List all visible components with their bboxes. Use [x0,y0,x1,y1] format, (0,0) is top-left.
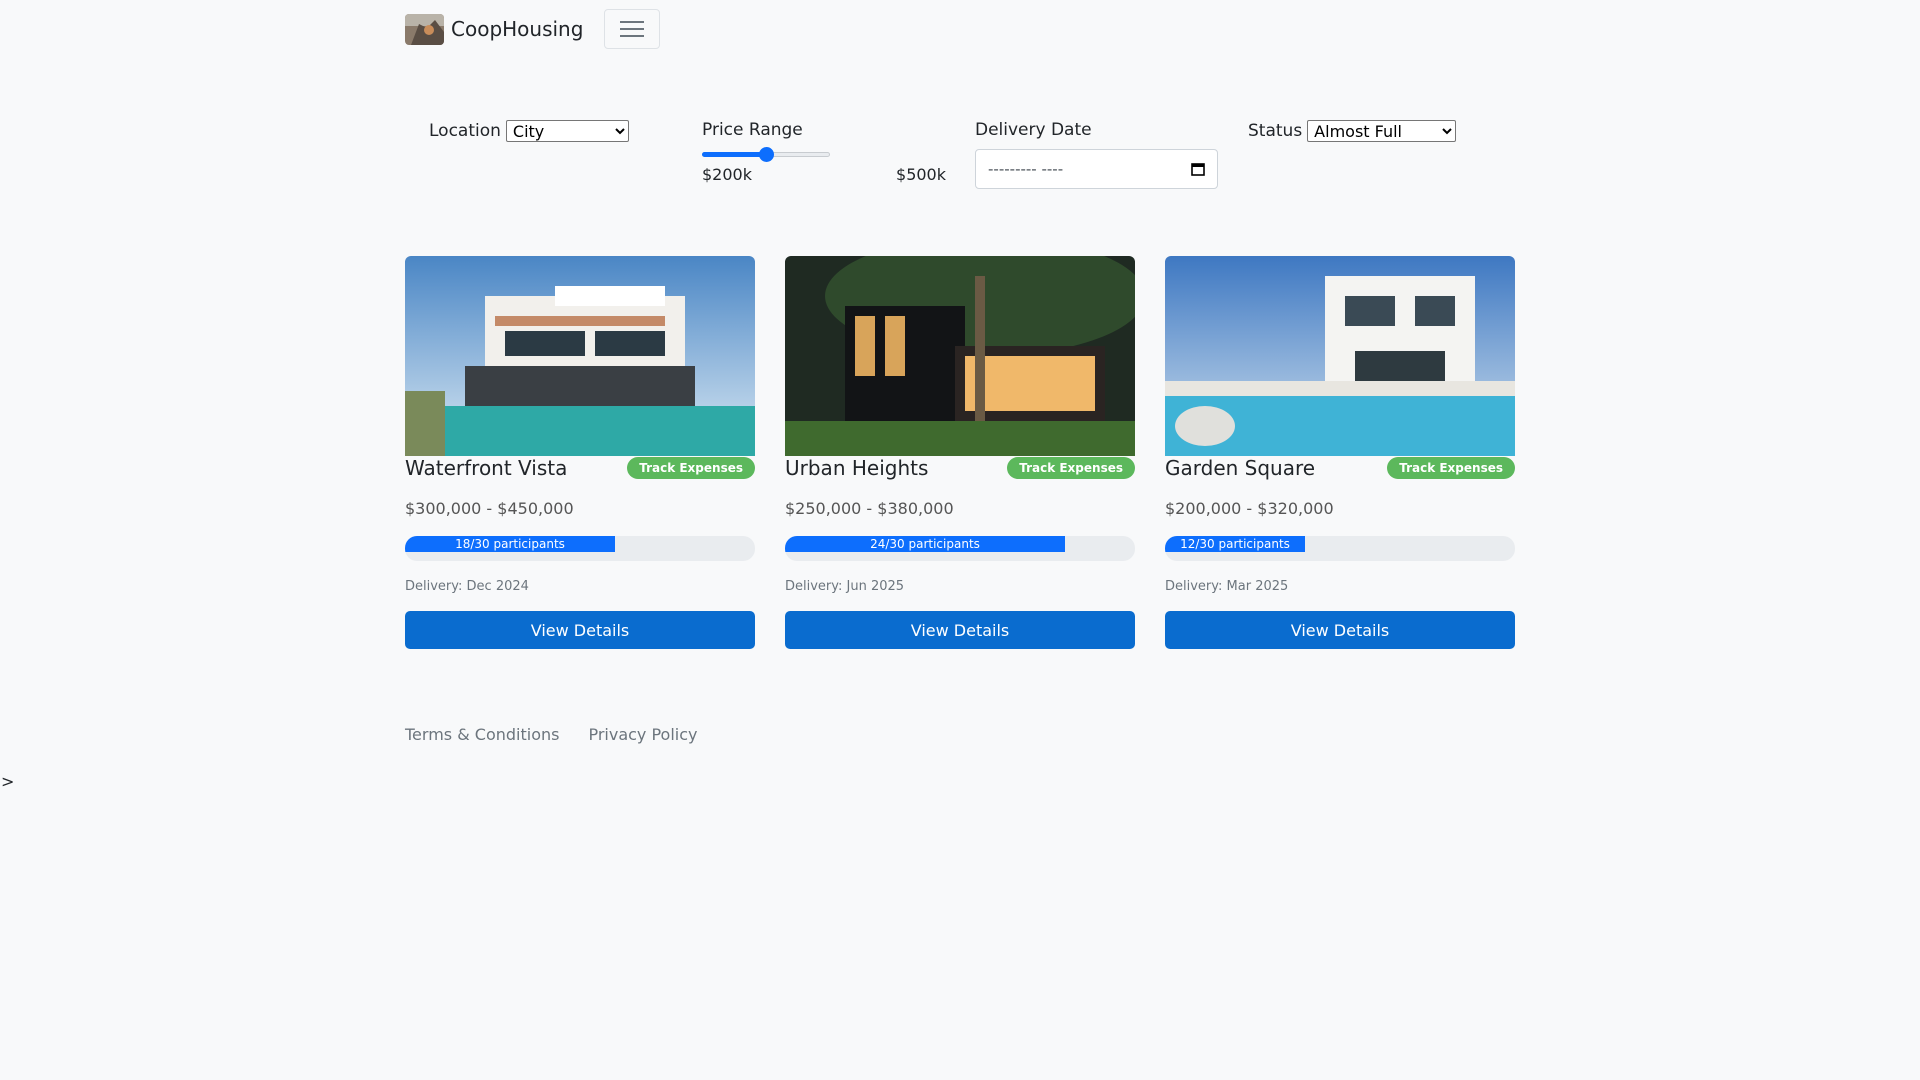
project-card: Waterfront Vista Track Expenses $300,000… [405,256,755,649]
project-price: $250,000 - $380,000 [785,499,954,518]
privacy-link[interactable]: Privacy Policy [588,725,697,744]
project-card: Urban Heights Track Expenses $250,000 - … [785,256,1135,649]
participants-progress: 24/30 participants [785,536,1135,561]
location-filter: Location City [429,120,629,142]
price-range-slider[interactable] [702,146,830,162]
slider-thumb[interactable] [759,147,774,162]
date-label: Delivery Date [975,120,1092,140]
project-image [405,256,755,456]
price-filter: Price Range $200k $500k [702,120,946,184]
project-image [1165,256,1515,456]
participants-progress-bar: 24/30 participants [785,536,1065,552]
view-details-button[interactable]: View Details [1165,611,1515,649]
price-range-values: $200k $500k [702,165,946,184]
track-expenses-badge[interactable]: Track Expenses [627,457,755,479]
navbar: CoopHousing [405,9,661,49]
participants-progress: 18/30 participants [405,536,755,561]
project-card: Garden Square Track Expenses $200,000 - … [1165,256,1515,649]
stray-text: > [1,772,15,791]
participants-progress-bar: 12/30 participants [1165,536,1305,552]
project-delivery: Delivery: Mar 2025 [1165,579,1289,594]
price-label: Price Range [702,120,803,140]
location-label: Location [429,121,501,141]
view-details-button[interactable]: View Details [785,611,1135,649]
status-label: Status [1248,121,1303,141]
card-header: Urban Heights Track Expenses [785,456,1135,480]
menu-toggle-button[interactable] [604,9,661,49]
project-title: Garden Square [1165,456,1316,480]
filters-bar: Location City Price Range $200k $500k De… [0,120,1920,200]
price-max: $500k [896,165,946,184]
price-min: $200k [702,165,752,184]
card-header: Waterfront Vista Track Expenses [405,456,755,480]
participants-progress: 12/30 participants [1165,536,1515,561]
hamburger-icon [620,21,645,37]
project-delivery: Delivery: Jun 2025 [785,579,905,594]
project-image [785,256,1135,456]
brand-name: CoopHousing [451,17,584,41]
status-select[interactable]: Almost Full [1307,120,1457,142]
slider-fill [702,152,766,157]
track-expenses-badge[interactable]: Track Expenses [1387,457,1515,479]
view-details-button[interactable]: View Details [405,611,755,649]
project-price: $200,000 - $320,000 [1165,499,1334,518]
brand[interactable]: CoopHousing [405,13,584,45]
project-delivery: Delivery: Dec 2024 [405,579,529,594]
date-input[interactable]: --------- ---- [975,149,1218,189]
brand-logo-icon [405,13,444,45]
project-title: Waterfront Vista [405,456,568,480]
location-select[interactable]: City [505,120,629,142]
date-filter: Delivery Date --------- ---- [975,120,1218,189]
footer: Terms & Conditions Privacy Policy [405,725,727,744]
card-header: Garden Square Track Expenses [1165,456,1515,480]
calendar-icon[interactable] [1191,162,1205,176]
project-cards: Waterfront Vista Track Expenses $300,000… [405,256,1545,649]
terms-link[interactable]: Terms & Conditions [405,725,559,744]
track-expenses-badge[interactable]: Track Expenses [1007,457,1135,479]
project-title: Urban Heights [785,456,929,480]
project-price: $300,000 - $450,000 [405,499,574,518]
status-filter: Status Almost Full [1248,120,1457,142]
participants-progress-bar: 18/30 participants [405,536,615,552]
date-placeholder: --------- ---- [988,160,1064,178]
